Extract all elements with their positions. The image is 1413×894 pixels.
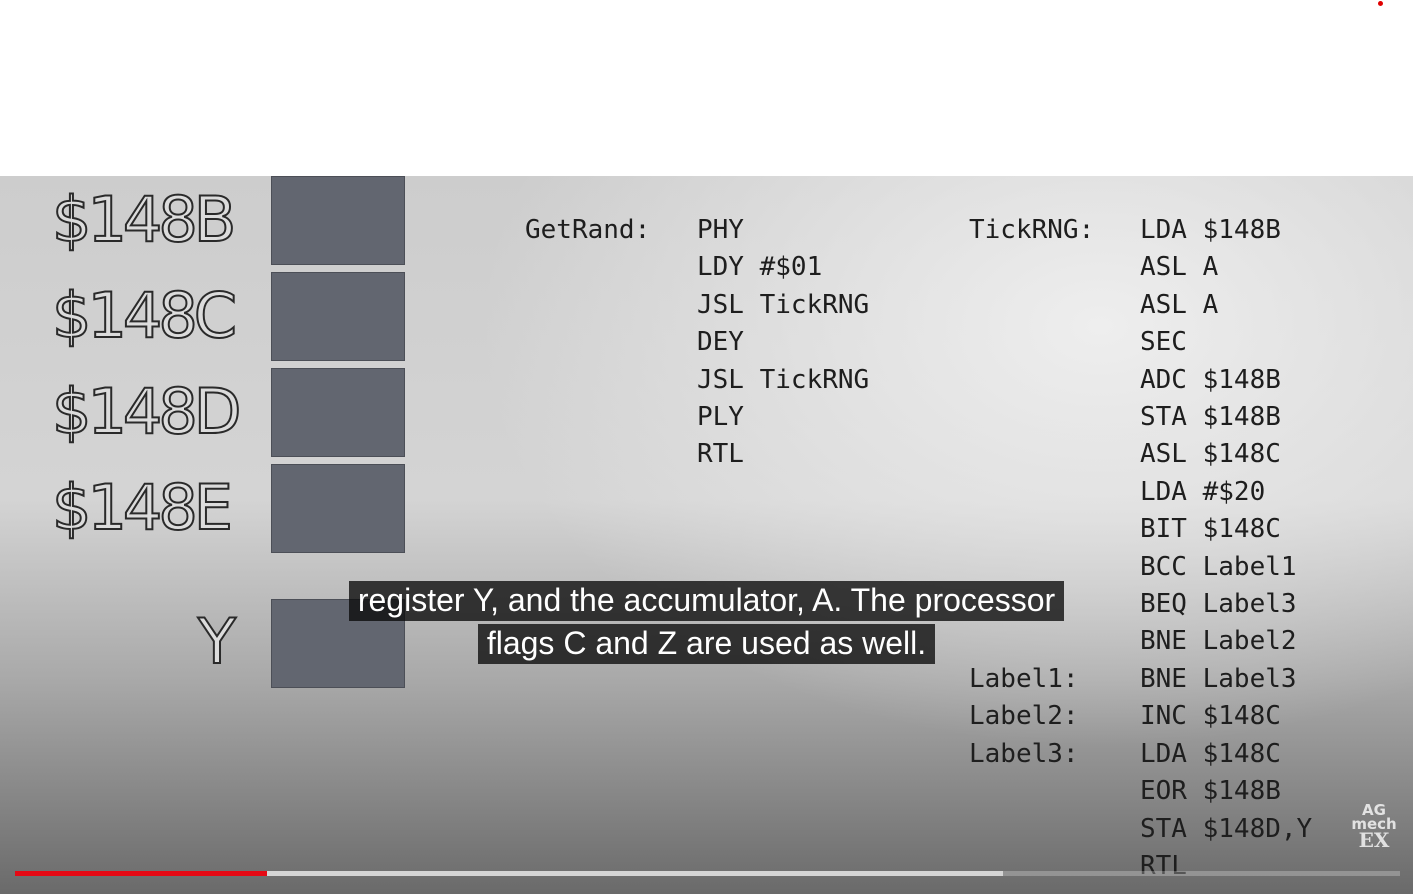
tickrng-code-line: ASL $148C [1140, 439, 1281, 470]
tickrng-code-line: LDA #$20 [1140, 476, 1266, 507]
tickrng-label-line [969, 324, 1094, 361]
tickrng-code-line: ASL A [1140, 289, 1219, 320]
getrand-code-line: RTL [697, 439, 744, 470]
caption-line-2: flags C and Z are used as well. [0, 624, 1413, 664]
tickrng-code-line: EOR $148B [1140, 776, 1281, 807]
tickrng-label-line: Label2: [969, 701, 1079, 732]
tickrng-code-line: BIT $148C [1140, 514, 1281, 545]
getrand-code-line: PHY [697, 215, 744, 245]
tickrng-code-line: BNE Label3 [1140, 663, 1297, 694]
video-frame[interactable]: $148B $148C $148D $148E Y GetRand: PHY LD… [0, 176, 1413, 894]
tickrng-label-line [969, 511, 1094, 548]
tickrng-code-line: STA $148B [1140, 402, 1281, 433]
caption-line-1: register Y, and the accumulator, A. The … [0, 581, 1413, 621]
getrand-code: PHY LDY #$01 JSL TickRNG DEY JSL TickRNG PLY R… [697, 212, 869, 474]
register-label-148d: $148D [51, 375, 243, 448]
tickrng-code-line: RTL [1140, 850, 1187, 881]
register-box-148e [271, 464, 405, 553]
tickrng-code: LDA $148B ASL A ASL A SEC ADC $148B STA $148B… [1140, 212, 1312, 885]
tickrng-label-line [969, 848, 1094, 885]
tickrng-code-line: INC $148C [1140, 701, 1281, 732]
register-label-148c: $148C [51, 279, 238, 352]
tickrng-code-line: STA $148D,Y [1140, 813, 1313, 844]
watermark-line-3: EX [1358, 828, 1390, 852]
tickrng-code-line: BCC Label1 [1140, 551, 1297, 582]
tickrng-label-line: Label1: [969, 663, 1079, 694]
register-box-148c [271, 272, 405, 361]
tickrng-code-line: ASL A [1140, 252, 1219, 283]
getrand-code-line: JSL TickRNG [697, 364, 870, 395]
tickrng-label-line [969, 436, 1094, 473]
tickrng-code-line: LDA $148B [1140, 215, 1281, 245]
tickrng-label-line [969, 287, 1094, 324]
tickrng-label-line [969, 773, 1094, 810]
register-box-148d [271, 368, 405, 457]
tickrng-code-line: SEC [1140, 327, 1187, 358]
register-label-148e: $148E [51, 471, 234, 544]
tickrng-label-line [969, 399, 1094, 436]
getrand-code-line: LDY #$01 [697, 252, 823, 283]
getrand-code-line: DEY [697, 327, 744, 358]
tickrng-code-line: ADC $148B [1140, 364, 1281, 395]
tickrng-label-line [969, 474, 1094, 511]
register-box-148b [271, 176, 405, 265]
tickrng-label-line [969, 362, 1094, 399]
register-label-148b: $148B [51, 183, 237, 256]
tickrng-label-line [969, 249, 1094, 286]
getrand-label: GetRand: [525, 215, 651, 245]
tickrng-label-line [969, 811, 1094, 848]
channel-watermark-logo: AG mech EX [1348, 803, 1400, 852]
tickrng-label-line: Label3: [969, 738, 1079, 769]
recording-indicator-dot [1378, 1, 1383, 6]
tickrng-labels: TickRNG: Label1: Label2: Label3: [969, 212, 1094, 885]
progress-played [15, 871, 268, 876]
tickrng-code-line: LDA $148C [1140, 738, 1281, 769]
tickrng-label-line: TickRNG: [969, 215, 1095, 245]
video-progress-bar[interactable] [15, 871, 1400, 876]
getrand-code-line: JSL TickRNG [697, 289, 870, 320]
getrand-code-line: PLY [697, 402, 744, 433]
